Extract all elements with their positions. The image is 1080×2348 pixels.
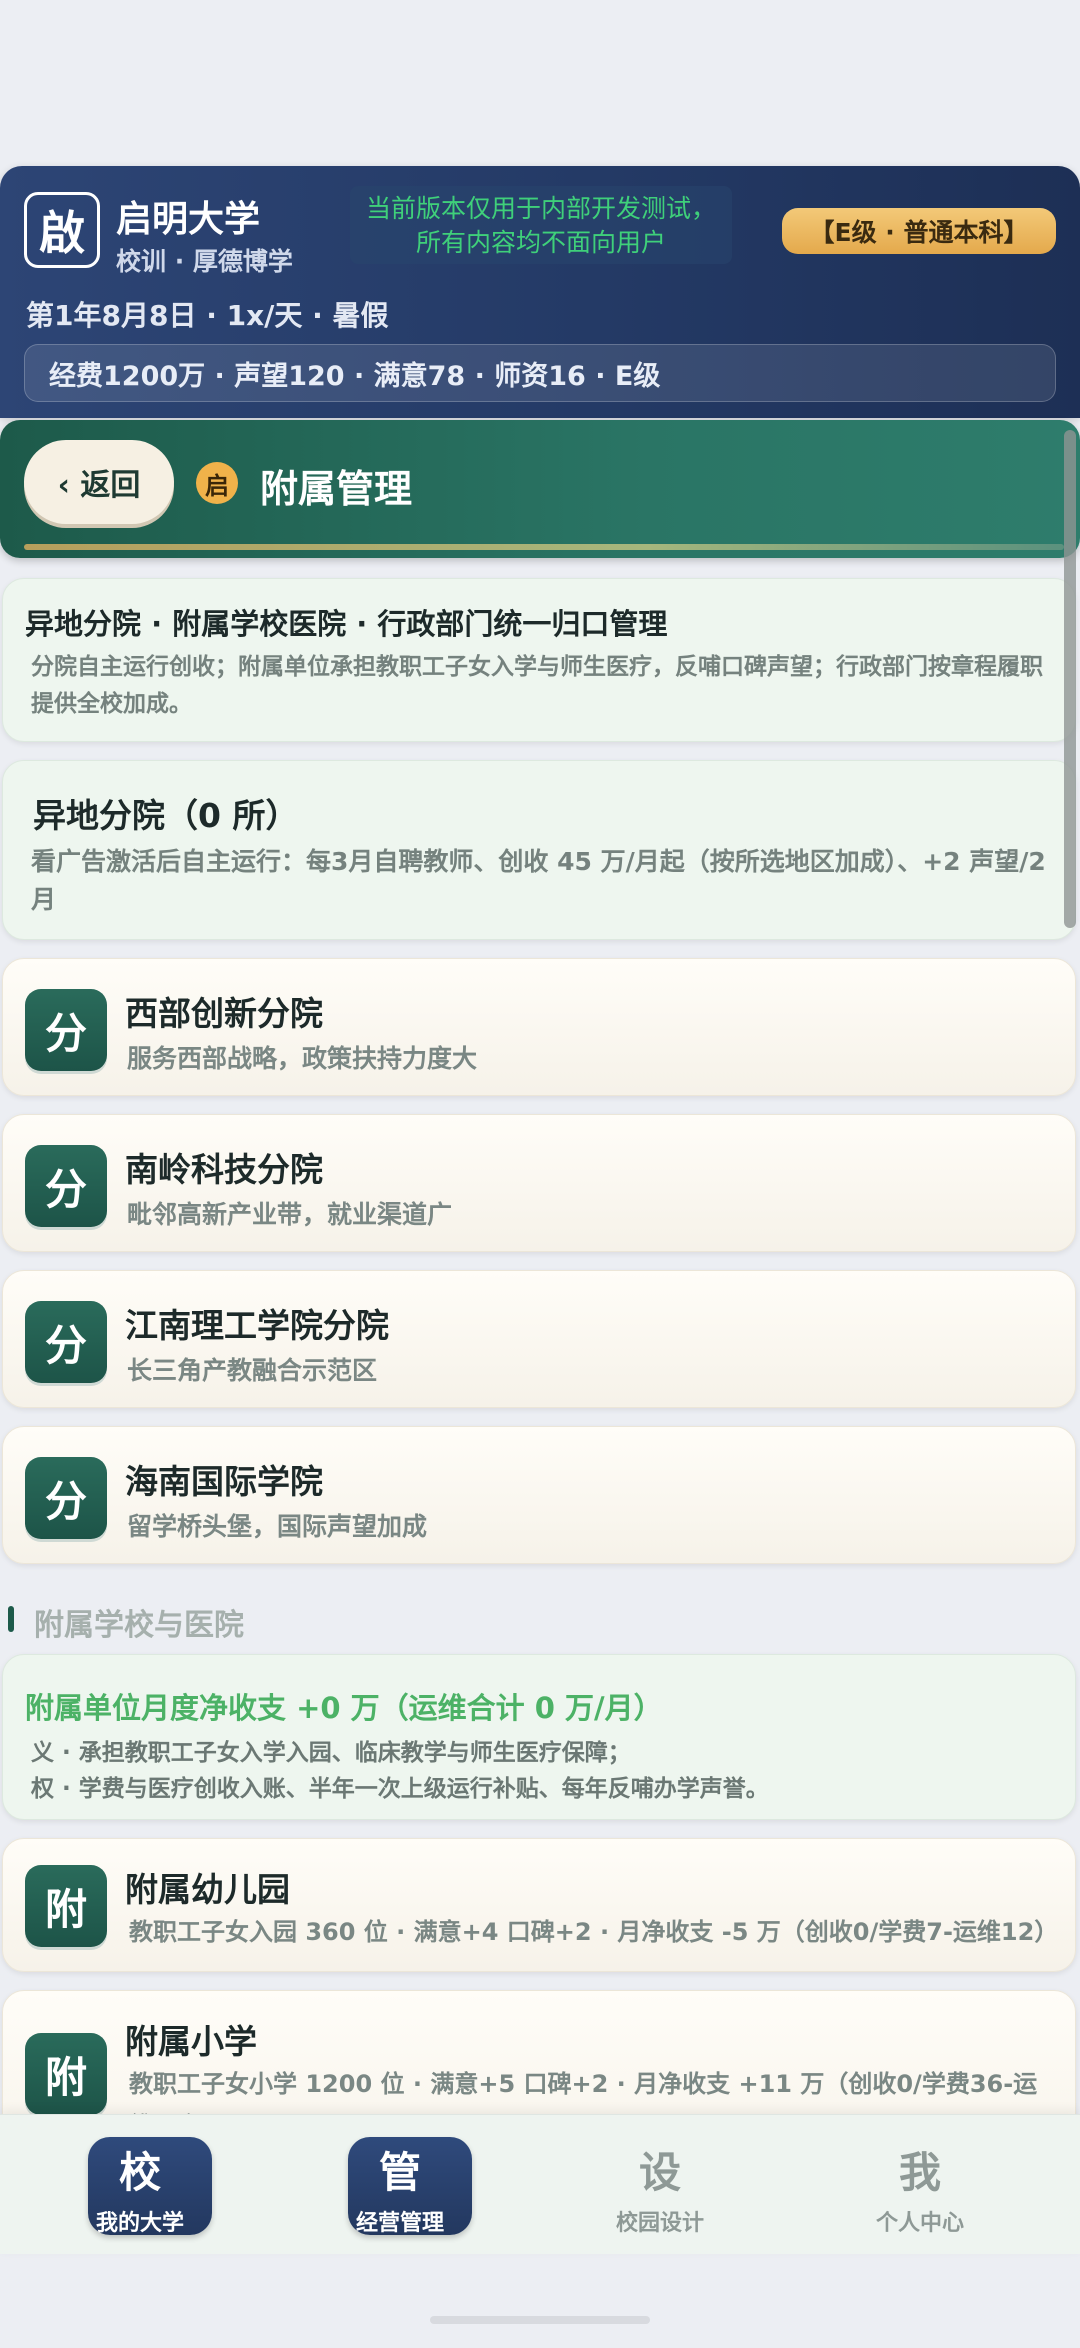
title-badge-icon: 启 (196, 462, 238, 504)
dev-notice-line2: 所有内容均不面向用户 (415, 228, 666, 257)
title-underline (24, 544, 1064, 550)
dev-notice: 当前版本仅用于内部开发测试， 所有内容均不面向用户 (350, 186, 732, 264)
nav-my-university[interactable]: 校 我的大学 (40, 2115, 240, 2255)
branch-desc: 长三角产教融合示范区 (127, 1356, 378, 1385)
nav-profile[interactable]: 我 个人中心 (820, 2115, 1020, 2255)
back-button[interactable]: ‹ 返回 (24, 440, 174, 524)
stats-text: 经费1200万 · 声望120 · 满意78 · 师资16 · E级 (49, 360, 661, 392)
nav-management[interactable]: 管 经营管理 (300, 2115, 500, 2255)
finance-rights: 权 · 学费与医疗创收入账、半年一次上级运行补贴、每年反哺办学声誉。 (31, 1776, 769, 1802)
home-indicator (430, 2316, 650, 2324)
summary-desc: 分院自主运行创收；附属单位承担教职工子女入学与师生医疗，反哺口碑声望；行政部门按… (31, 654, 1043, 717)
branch-section-card: 异地分院（0 所） 看广告激活后自主运行：每3月自聘教师、创收 45 万/月起（… (2, 760, 1076, 940)
bottom-nav: 校 我的大学 管 经营管理 设 校园设计 我 个人中心 (0, 2114, 1080, 2254)
affiliate-name: 附属幼儿园 (125, 1870, 290, 1909)
university-name: 启明大学 (116, 199, 261, 240)
branch-desc: 服务西部战略，政策扶持力度大 (127, 1044, 478, 1073)
affiliate-name: 附属小学 (125, 2022, 257, 2061)
grade-badge: 【E级 · 普通本科】 (782, 208, 1056, 254)
nav-label: 经营管理 (355, 2211, 444, 2236)
branch-name: 西部创新分院 (125, 994, 323, 1033)
branch-item-jiangnan[interactable]: 分 江南理工学院分院 长三角产教融合示范区 (2, 1270, 1076, 1408)
branch-item-hainan[interactable]: 分 海南国际学院 留学桥头堡，国际声望加成 (2, 1426, 1076, 1564)
university-logo: 啟 (24, 192, 100, 268)
branch-icon: 分 (25, 989, 107, 1071)
university-header: 啟 启明大学 校训 · 厚德博学 当前版本仅用于内部开发测试， 所有内容均不面向… (0, 166, 1080, 418)
summary-card: 异地分院 · 附属学校医院 · 行政部门统一归口管理 分院自主运行创收；附属单位… (2, 578, 1076, 742)
game-date: 第1年8月8日 · 1x/天 · 暑假 (26, 299, 389, 332)
design-icon: 设 (638, 2148, 681, 2197)
affiliates-finance-card: 附属单位月度净收支 +0 万（运维合计 0 万/月） 义 · 承担教职工子女入学… (2, 1654, 1076, 1820)
nav-campus-design[interactable]: 设 校园设计 (560, 2115, 760, 2255)
branch-name: 南岭科技分院 (125, 1150, 323, 1189)
branch-item-west[interactable]: 分 西部创新分院 服务西部战略，政策扶持力度大 (2, 958, 1076, 1096)
stats-bar: 经费1200万 · 声望120 · 满意78 · 师资16 · E级 (24, 344, 1056, 402)
branch-icon: 分 (25, 1145, 107, 1227)
affiliate-desc: 教职工子女入园 360 位 · 满意+4 口碑+2 · 月净收支 -5 万（创收… (129, 1918, 1059, 1946)
dev-notice-line1: 当前版本仅用于内部开发测试， (365, 194, 716, 223)
branch-section-desc: 看广告激活后自主运行：每3月自聘教师、创收 45 万/月起（按所选地区加成）、+… (31, 847, 1046, 914)
branch-item-nanling[interactable]: 分 南岭科技分院 毗邻高新产业带，就业渠道广 (2, 1114, 1076, 1252)
branch-desc: 毗邻高新产业带，就业渠道广 (127, 1200, 453, 1229)
summary-title: 异地分院 · 附属学校医院 · 行政部门统一归口管理 (25, 607, 668, 641)
group-accent-bar (8, 1606, 14, 1632)
branch-name: 江南理工学院分院 (125, 1306, 389, 1345)
nav-label: 校园设计 (615, 2211, 704, 2236)
branch-name: 海南国际学院 (125, 1462, 323, 1501)
nav-label: 我的大学 (95, 2211, 184, 2236)
branch-icon: 分 (25, 1457, 107, 1539)
university-icon: 校 (118, 2148, 161, 2197)
scrollbar[interactable] (1064, 430, 1076, 928)
finance-duties: 义 · 承担教职工子女入学入园、临床教学与师生医疗保障； (31, 1740, 631, 1766)
profile-icon: 我 (898, 2148, 941, 2197)
affiliate-icon: 附 (25, 1865, 107, 1947)
affiliate-icon: 附 (25, 2033, 107, 2115)
affiliates-group-label: 附属学校与医院 (34, 1608, 244, 1643)
page-titlebar: ‹ 返回 启 附属管理 (0, 420, 1080, 558)
university-motto: 校训 · 厚德博学 (116, 247, 293, 276)
finance-summary: 附属单位月度净收支 +0 万（运维合计 0 万/月） (25, 1691, 663, 1725)
management-icon: 管 (378, 2148, 421, 2197)
affiliate-item-kindergarten[interactable]: 附 附属幼儿园 教职工子女入园 360 位 · 满意+4 口碑+2 · 月净收支… (2, 1838, 1076, 1972)
branch-icon: 分 (25, 1301, 107, 1383)
page-title: 附属管理 (260, 467, 413, 511)
nav-label: 个人中心 (875, 2211, 964, 2236)
branch-section-title: 异地分院（0 所） (33, 796, 299, 835)
branch-desc: 留学桥头堡，国际声望加成 (127, 1512, 428, 1541)
